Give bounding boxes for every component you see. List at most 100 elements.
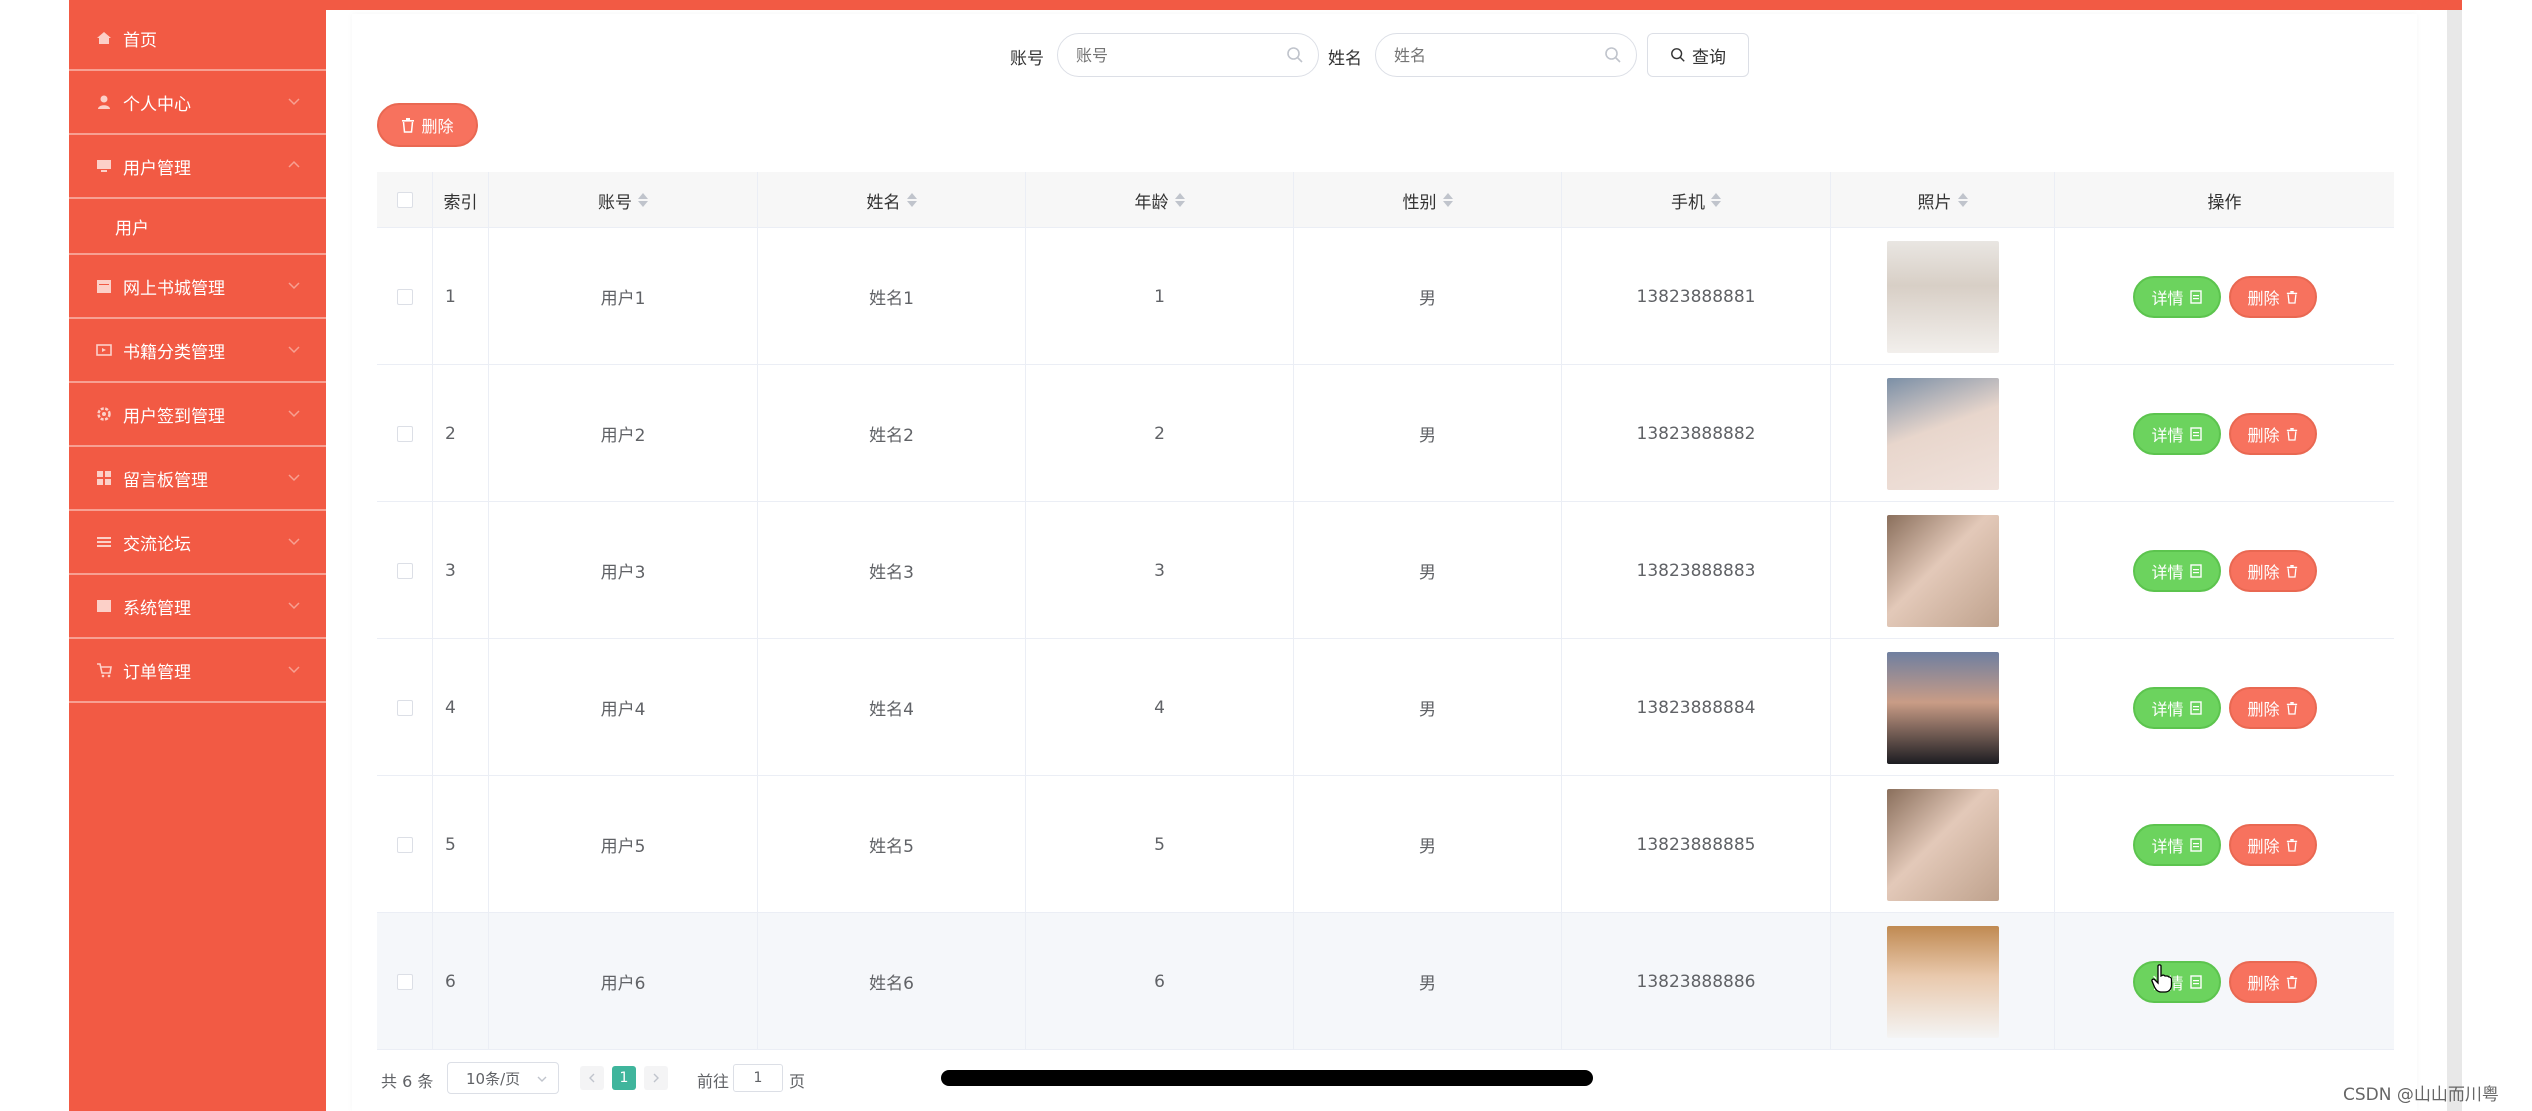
detail-button[interactable]: 详情 (2132, 960, 2221, 1003)
row-checkbox[interactable] (396, 288, 413, 305)
tv-icon (95, 341, 113, 359)
cart-icon (95, 661, 113, 679)
sidebar-item-user-management[interactable]: 用户管理 (69, 135, 326, 199)
home-indicator-bar (941, 1070, 1593, 1086)
row-checkbox[interactable] (396, 836, 413, 853)
gear-icon (95, 405, 113, 423)
header-account[interactable]: 账号 (489, 172, 758, 228)
user-photo[interactable] (1886, 651, 1999, 764)
row-checkbox[interactable] (396, 699, 413, 716)
user-photo[interactable] (1886, 240, 1999, 353)
header-photo[interactable]: 照片 (1831, 172, 2055, 228)
detail-button[interactable]: 详情 (2132, 412, 2221, 455)
cell-phone: 13823888882 (1562, 365, 1831, 502)
hand-cursor-icon (2151, 964, 2173, 993)
sidebar-item-label: 系统管理 (123, 598, 191, 619)
sidebar-item-online-bookstore[interactable]: 网上书城管理 (69, 255, 326, 319)
cell-age: 4 (1026, 639, 1294, 776)
query-button[interactable]: 查询 (1647, 33, 1749, 77)
detail-button[interactable]: 详情 (2132, 549, 2221, 592)
cell-account: 用户3 (489, 502, 758, 639)
chevron-up-icon (288, 160, 300, 168)
goto-page-input[interactable]: 1 (733, 1064, 783, 1092)
sidebar-item-label: 书籍分类管理 (123, 342, 225, 363)
cell-gender: 男 (1294, 776, 1562, 913)
delete-button[interactable]: 删除 (2228, 549, 2317, 592)
cell-phone: 13823888885 (1562, 776, 1831, 913)
chevron-down-icon (288, 346, 300, 354)
cell-phone: 13823888884 (1562, 639, 1831, 776)
page-size-select[interactable]: 10条/页 (447, 1062, 559, 1094)
sort-icon[interactable] (906, 192, 917, 208)
delete-button[interactable]: 删除 (2228, 275, 2317, 318)
goto-label: 前往 (697, 1072, 730, 1091)
user-photo[interactable] (1886, 925, 1999, 1038)
name-input[interactable] (1394, 34, 1594, 76)
next-page-button[interactable] (644, 1066, 668, 1090)
cell-index: 4 (433, 639, 489, 776)
sidebar-item-forum[interactable]: 交流论坛 (69, 511, 326, 575)
chevron-down-icon (288, 474, 300, 482)
header-gender[interactable]: 性别 (1294, 172, 1562, 228)
cell-age: 2 (1026, 365, 1294, 502)
user-photo[interactable] (1886, 377, 1999, 490)
monitor-icon (95, 157, 113, 175)
delete-button[interactable]: 删除 (2228, 686, 2317, 729)
header-phone[interactable]: 手机 (1562, 172, 1831, 228)
cell-name: 姓名1 (758, 228, 1026, 365)
sort-icon[interactable] (1442, 192, 1453, 208)
row-checkbox[interactable] (396, 973, 413, 990)
home-icon (95, 29, 113, 47)
sidebar-item-personal-center[interactable]: 个人中心 (69, 71, 326, 135)
sort-icon[interactable] (1711, 192, 1721, 208)
cell-index: 3 (433, 502, 489, 639)
sidebar-item-user-signin[interactable]: 用户签到管理 (69, 383, 326, 447)
detail-button[interactable]: 详情 (2132, 686, 2221, 729)
cell-account: 用户2 (489, 365, 758, 502)
document-icon (2189, 837, 2202, 852)
detail-button[interactable]: 详情 (2132, 823, 2221, 866)
user-photo[interactable] (1886, 514, 1999, 627)
sidebar-item-system-management[interactable]: 系统管理 (69, 575, 326, 639)
header-name[interactable]: 姓名 (758, 172, 1026, 228)
prev-page-button[interactable] (580, 1066, 604, 1090)
document-icon (2189, 974, 2202, 989)
header-age[interactable]: 年龄 (1026, 172, 1294, 228)
row-checkbox[interactable] (396, 425, 413, 442)
table-header: 索引 账号 姓名 年龄 性别 手机 照片 操作 (377, 172, 2394, 228)
sidebar-item-book-category[interactable]: 书籍分类管理 (69, 319, 326, 383)
sidebar-item-home[interactable]: 首页 (69, 7, 326, 71)
row-checkbox[interactable] (396, 562, 413, 579)
detail-button[interactable]: 详情 (2132, 275, 2221, 318)
sidebar-item-label: 留言板管理 (123, 470, 208, 491)
trash-icon (2286, 701, 2297, 715)
select-all-checkbox[interactable] (396, 192, 413, 208)
account-input[interactable] (1076, 34, 1276, 76)
page-number-current[interactable]: 1 (612, 1066, 636, 1090)
sidebar-item-order-management[interactable]: 订单管理 (69, 639, 326, 703)
delete-button[interactable]: 删除 (2228, 960, 2317, 1003)
batch-delete-button[interactable]: 删除 (377, 103, 478, 147)
delete-button[interactable]: 删除 (2228, 823, 2317, 866)
document-icon (2189, 563, 2202, 578)
trash-icon (402, 118, 415, 133)
name-search-box[interactable] (1375, 33, 1637, 77)
cell-phone: 13823888886 (1562, 913, 1831, 1050)
delete-button[interactable]: 删除 (2228, 412, 2317, 455)
cell-gender: 男 (1294, 913, 1562, 1050)
account-label: 账号 (1010, 49, 1044, 69)
user-photo[interactable] (1886, 788, 1999, 901)
sort-icon[interactable] (1174, 192, 1185, 208)
cell-age: 6 (1026, 913, 1294, 1050)
sort-icon[interactable] (1957, 192, 1968, 208)
grid-icon (95, 469, 113, 487)
sort-icon[interactable] (638, 192, 648, 208)
vertical-scrollbar[interactable] (2447, 10, 2462, 1111)
sidebar-item-message-board[interactable]: 留言板管理 (69, 447, 326, 511)
sidebar-subitem-user[interactable]: 用户 (69, 199, 326, 255)
sidebar-item-label: 网上书城管理 (123, 278, 225, 299)
account-search-box[interactable] (1057, 33, 1319, 77)
box-icon (95, 597, 113, 615)
table-row: 5 用户5 姓名5 5 男 13823888885 详情 删除 (377, 776, 2394, 913)
top-accent-bar (326, 0, 2462, 10)
